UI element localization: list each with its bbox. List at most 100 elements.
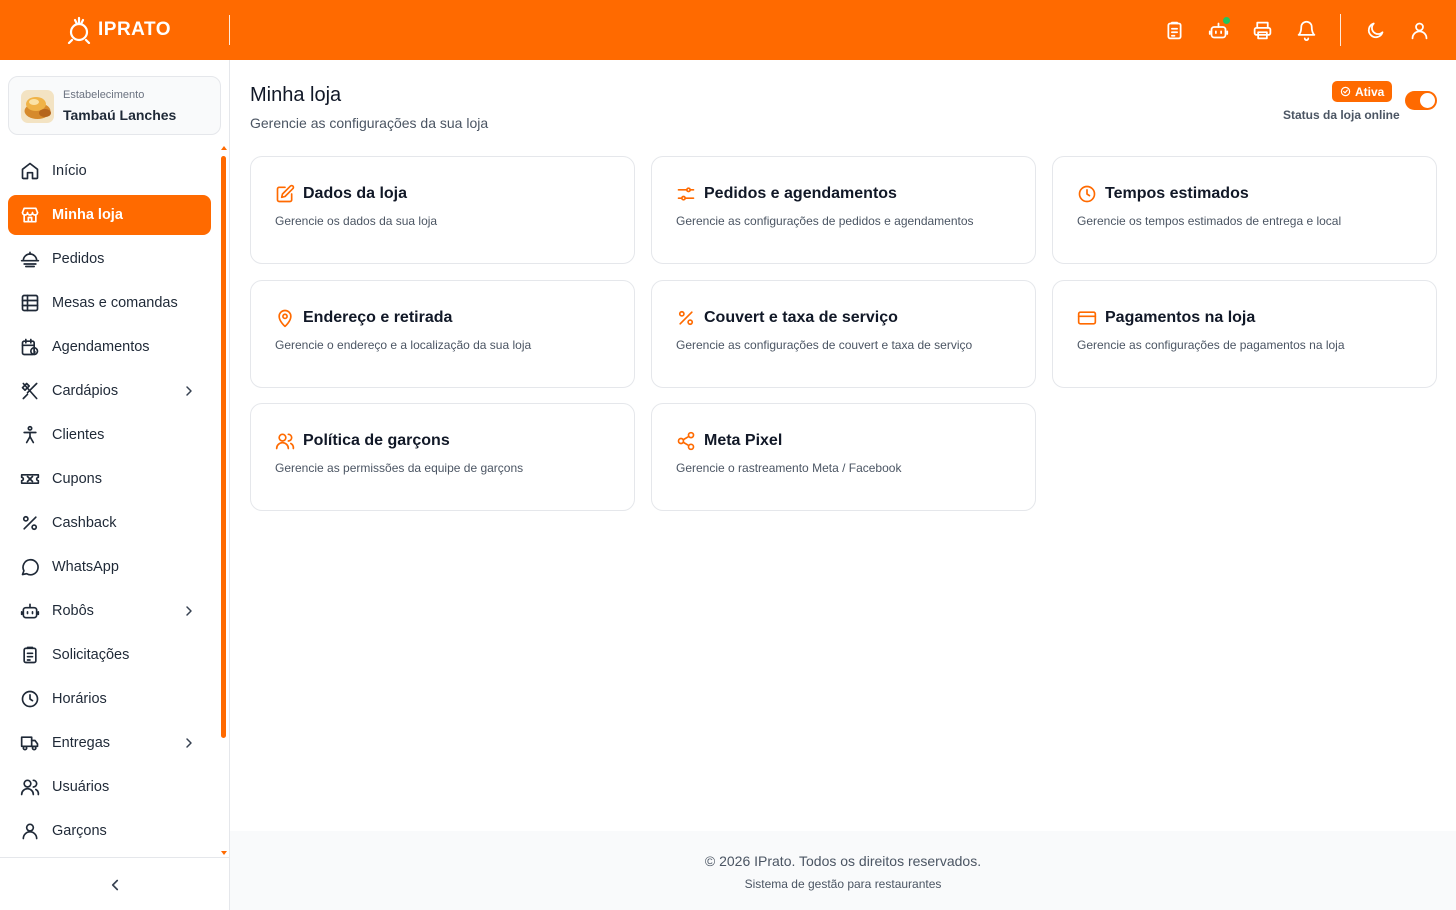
online-status-dot [1223,17,1230,24]
user-icon[interactable] [1407,18,1431,42]
card-tempos-estimados[interactable]: Tempos estimados Gerencie os tempos esti… [1052,156,1437,264]
calendar-icon [20,337,40,357]
bell-icon[interactable] [1294,18,1318,42]
logo-text: IPRATO [98,19,172,40]
sidebar-item-pedidos[interactable]: Pedidos [8,239,211,279]
card-meta-pixel[interactable]: Meta Pixel Gerencie o rastreamento Meta … [651,403,1036,511]
scroll-down-arrow[interactable] [221,851,227,855]
sidebar-item-label: Cardápios [52,383,119,399]
person-icon [20,425,40,445]
card-endereco-e-retirada[interactable]: Endereço e retirada Gerencie o endereço … [250,280,635,388]
store-online-toggle[interactable] [1405,91,1437,110]
toggle-knob [1420,93,1435,108]
card-description: Gerencie as permissões da equipe de garç… [275,461,524,475]
sidebar-item-clientes[interactable]: Clientes [8,415,211,455]
users-icon [20,777,40,797]
users-icon [275,431,295,451]
card-pagamentos-na-loja[interactable]: Pagamentos na loja Gerencie as configura… [1052,280,1437,388]
sidebar-footer [0,857,229,910]
home-icon [20,161,40,181]
card-description: Gerencie as configurações de couvert e t… [676,338,973,352]
sidebar-item-garcons[interactable]: Garçons [8,811,211,851]
card-description: Gerencie os dados da sua loja [275,214,438,228]
sidebar-item-label: Horários [52,691,107,707]
moon-icon[interactable] [1363,18,1387,42]
card-description: Gerencie os tempos estimados de entrega … [1077,214,1342,228]
sidebar-item-label: Robôs [52,603,94,619]
scroll-up-arrow[interactable] [221,146,227,150]
sidebar-item-solicitacoes[interactable]: Solicitações [8,635,211,675]
robot-icon[interactable] [1206,17,1230,42]
status-badge-label: Ativa [1355,84,1385,99]
clipboard-icon[interactable] [1162,18,1186,42]
check-circle-icon [1340,86,1351,97]
card-description: Gerencie o endereço e a localização da s… [275,338,532,352]
sidebar-item-cardapios[interactable]: Cardápios [8,371,211,411]
card-description: Gerencie o rastreamento Meta / Facebook [676,461,902,475]
store-label: Estabelecimento [63,89,145,101]
sidebar-item-label: WhatsApp [52,559,119,575]
collapse-sidebar-button[interactable] [106,876,124,894]
chevron-right-icon [186,386,192,396]
top-bar: IPRATO [0,0,1456,60]
card-title: Couvert e taxa de serviço [704,309,898,326]
card-description: Gerencie as configurações de pagamentos … [1077,338,1345,352]
ticket-icon [20,469,40,489]
sidebar-item-robos[interactable]: Robôs [8,591,211,631]
sidebar-item-label: Entregas [52,735,111,751]
card-title: Meta Pixel [704,432,783,449]
robot-icon [20,601,40,621]
card-title: Pedidos e agendamentos [704,185,897,202]
logo-icon [67,16,91,44]
sidebar-item-cupons[interactable]: Cupons [8,459,211,499]
store-name: Tambaú Lanches [63,107,177,123]
sidebar-item-horarios[interactable]: Horários [8,679,211,719]
card-couvert-e-taxa-de-servico[interactable]: Couvert e taxa de serviço Gerencie as co… [651,280,1036,388]
topbar-divider-right [1340,14,1341,46]
card-politica-de-garcons[interactable]: Política de garçons Gerencie as permissõ… [250,403,635,511]
sliders-icon [676,184,696,204]
footer-subtitle: Sistema de gestão para restaurantes [744,877,942,891]
card-pedidos-e-agendamentos[interactable]: Pedidos e agendamentos Gerencie as confi… [651,156,1036,264]
chevron-right-icon [186,738,192,748]
sidebar-item-label: Agendamentos [52,339,150,355]
sidebar-scrollbar[interactable] [221,156,226,738]
sidebar-item-entregas[interactable]: Entregas [8,723,211,763]
edit-icon [275,184,295,204]
store-status-label: Status da loja online [1283,108,1400,122]
sidebar-item-label: Clientes [52,427,105,443]
utensils-icon [20,381,40,401]
sidebar-item-label: Início [52,163,87,179]
user-icon [20,821,40,841]
card-title: Endereço e retirada [303,309,453,326]
card-title: Política de garçons [303,432,450,449]
credit-card-icon [1077,308,1097,328]
sidebar-item-minha-loja[interactable]: Minha loja [8,195,211,235]
card-dados-da-loja[interactable]: Dados da loja Gerencie os dados da sua l… [250,156,635,264]
sidebar-item-whatsapp[interactable]: WhatsApp [8,547,211,587]
printer-icon[interactable] [1250,18,1274,42]
sidebar-item-label: Cupons [52,471,102,487]
sidebar-item-label: Cashback [52,515,117,531]
sidebar-item-mesas-e-comandas[interactable]: Mesas e comandas [8,283,211,323]
truck-icon [20,733,40,753]
sidebar-item-agendamentos[interactable]: Agendamentos [8,327,211,367]
sidebar-item-label: Usuários [52,779,110,795]
store-icon [20,205,40,225]
percent-icon [676,308,696,328]
sidebar-item-label: Mesas e comandas [52,295,178,311]
chat-icon [20,557,40,577]
store-selector[interactable]: Estabelecimento Tambaú Lanches [8,76,221,135]
footer-copyright: © 2026 IPrato. Todos os direitos reserva… [704,853,982,869]
share-icon [676,431,696,451]
sidebar-item-usuarios[interactable]: Usuários [8,767,211,807]
card-title: Dados da loja [303,185,408,202]
page-footer: © 2026 IPrato. Todos os direitos reserva… [230,831,1456,910]
sidebar-item-cashback[interactable]: Cashback [8,503,211,543]
sidebar-item-label: Solicitações [52,647,130,663]
sidebar-item-label: Minha loja [52,207,123,223]
sidebar-item-label: Pedidos [52,251,105,267]
sidebar-item-inicio[interactable]: Início [8,151,211,191]
card-description: Gerencie as configurações de pedidos e a… [676,214,974,228]
logo[interactable]: IPRATO [66,14,171,46]
